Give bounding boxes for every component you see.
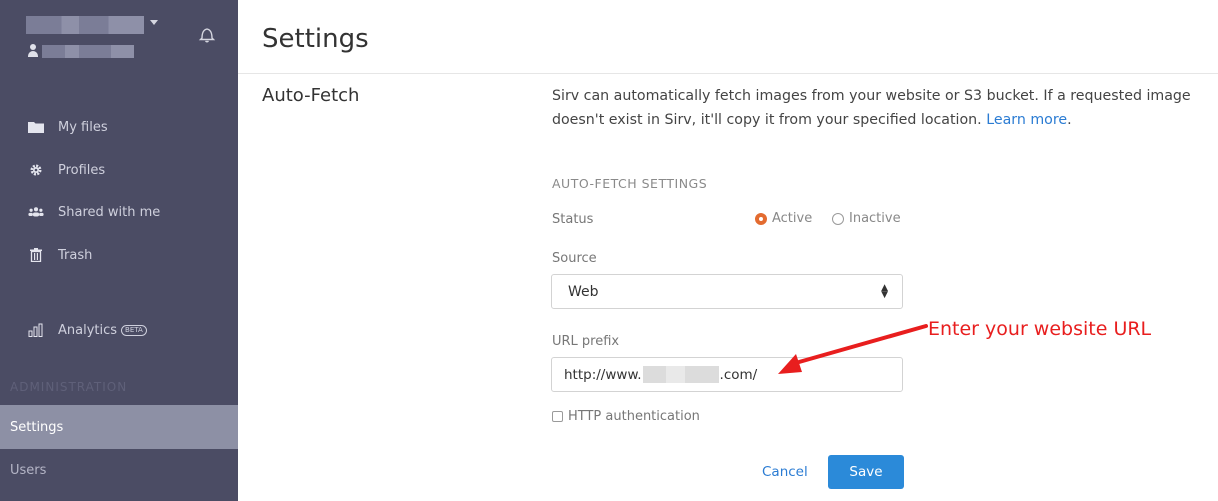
sidebar-item-label: Analytics bbox=[58, 322, 118, 338]
section-description: Sirv can automatically fetch images from… bbox=[552, 84, 1202, 132]
trash-icon bbox=[28, 248, 44, 262]
section-title: Auto-Fetch bbox=[262, 85, 360, 106]
users-icon bbox=[28, 205, 44, 219]
sidebar-item-label: Profiles bbox=[58, 162, 106, 178]
url-prefix-start: http://www. bbox=[564, 366, 642, 383]
user-icon bbox=[28, 44, 38, 58]
source-label: Source bbox=[552, 251, 597, 266]
status-label: Status bbox=[552, 212, 594, 227]
sidebar-item-trash[interactable]: Trash bbox=[0, 240, 238, 270]
source-selected-value: Web bbox=[568, 283, 599, 300]
beta-badge: BETA bbox=[121, 324, 147, 336]
sidebar-item-shared-with-me[interactable]: Shared with me bbox=[0, 197, 238, 227]
description-period: . bbox=[1067, 112, 1072, 128]
auto-fetch-settings-heading: AUTO-FETCH SETTINGS bbox=[552, 176, 708, 191]
page-title: Settings bbox=[262, 24, 369, 54]
radio-label: Active bbox=[772, 211, 813, 226]
http-authentication-checkbox[interactable]: HTTP authentication bbox=[552, 409, 700, 424]
radio-label: Inactive bbox=[849, 211, 901, 226]
description-text: Sirv can automatically fetch images from… bbox=[552, 88, 1191, 128]
account-user-redacted bbox=[42, 45, 134, 58]
learn-more-link[interactable]: Learn more bbox=[986, 112, 1067, 128]
folder-icon bbox=[28, 120, 44, 134]
bar-chart-icon bbox=[28, 323, 44, 337]
sidebar-item-users[interactable]: Users bbox=[0, 450, 238, 490]
radio-checked-icon bbox=[755, 212, 767, 225]
sidebar-item-my-files[interactable]: My files bbox=[0, 112, 238, 142]
sidebar-item-label: My files bbox=[58, 119, 108, 135]
radio-unchecked-icon bbox=[832, 212, 844, 225]
gear-icon bbox=[28, 163, 44, 177]
cancel-button[interactable]: Cancel bbox=[762, 464, 808, 480]
source-select[interactable]: Web ▲ ▼ bbox=[551, 274, 903, 309]
select-arrows-icon: ▲ ▼ bbox=[881, 283, 888, 300]
url-prefix-end: .com/ bbox=[719, 366, 758, 383]
sidebar-item-analytics[interactable]: Analytics BETA bbox=[0, 315, 238, 345]
annotation-text: Enter your website URL bbox=[928, 318, 1152, 340]
sidebar: My files Profiles Shared with me Trash A… bbox=[0, 0, 238, 501]
url-prefix-label: URL prefix bbox=[552, 334, 620, 349]
url-redacted-domain bbox=[642, 366, 719, 383]
checkbox-unchecked-icon bbox=[552, 411, 563, 422]
status-active-radio[interactable]: Active bbox=[755, 211, 812, 226]
sidebar-item-label: Shared with me bbox=[58, 204, 161, 220]
chevron-down-icon bbox=[150, 20, 158, 25]
sidebar-item-label: Trash bbox=[58, 247, 93, 263]
divider bbox=[238, 73, 1218, 74]
administration-heading: ADMINISTRATION bbox=[10, 380, 128, 394]
account-name-redacted bbox=[26, 16, 144, 34]
sidebar-item-profiles[interactable]: Profiles bbox=[0, 155, 238, 185]
notification-bell-icon[interactable] bbox=[198, 26, 216, 44]
checkbox-label: HTTP authentication bbox=[568, 409, 700, 424]
save-button[interactable]: Save bbox=[828, 455, 904, 489]
status-inactive-radio[interactable]: Inactive bbox=[832, 211, 901, 226]
sidebar-item-settings[interactable]: Settings bbox=[0, 405, 238, 449]
annotation-arrow-icon bbox=[778, 324, 928, 374]
